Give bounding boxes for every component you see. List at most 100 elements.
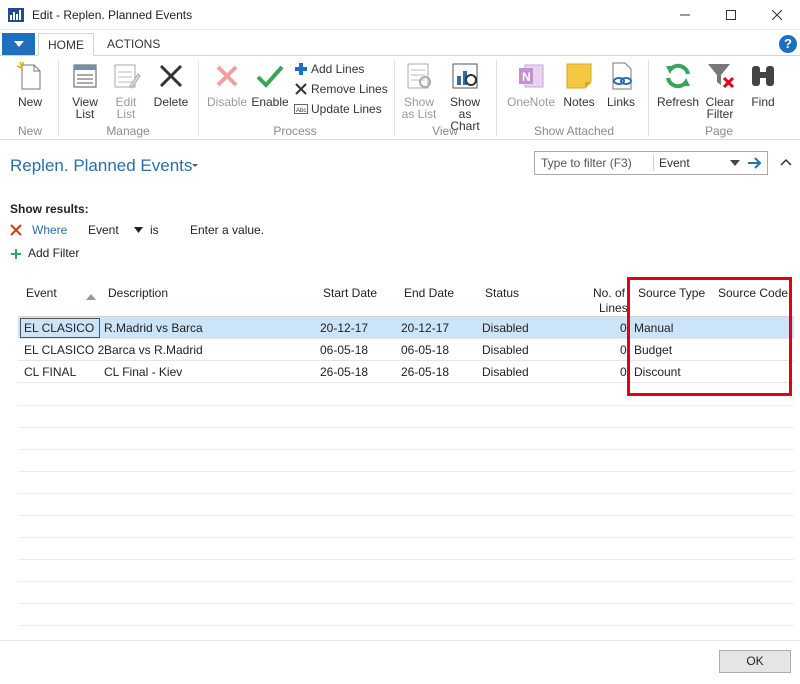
empty-row-line xyxy=(18,537,794,538)
empty-row-line xyxy=(18,581,794,582)
cell-end-date: 06-05-18 xyxy=(401,343,450,357)
cell-event: EL CLASICO 2 xyxy=(24,343,105,357)
clear-filter-icon xyxy=(708,64,735,89)
arrow-right-icon[interactable] xyxy=(747,156,763,170)
edit-list-label: Edit List xyxy=(115,95,137,121)
sort-ascending-icon xyxy=(86,294,96,300)
column-header-event[interactable]: Event xyxy=(26,286,57,300)
where-field-select[interactable]: Event xyxy=(88,223,119,237)
disable-x-icon xyxy=(216,65,238,87)
delete-button[interactable]: Delete xyxy=(150,60,192,108)
column-header-description[interactable]: Description xyxy=(108,286,168,300)
update-lines-button[interactable]: Abc Update Lines xyxy=(294,100,382,118)
svg-text:N: N xyxy=(522,70,531,84)
cell-end-date: 20-12-17 xyxy=(401,321,450,335)
new-document-icon xyxy=(16,61,41,90)
show-as-chart-button[interactable]: Show as Chart xyxy=(442,60,488,132)
enable-button[interactable]: Enable xyxy=(250,60,290,108)
view-list-icon xyxy=(73,64,97,88)
help-icon[interactable]: ? xyxy=(779,35,797,53)
ribbon-separator xyxy=(648,60,649,136)
cell-end-date: 26-05-18 xyxy=(401,365,450,379)
filter-input[interactable]: Type to filter (F3) xyxy=(541,156,632,170)
group-page: Page xyxy=(704,124,734,138)
remove-lines-button[interactable]: Remove Lines xyxy=(294,80,388,98)
notes-label: Notes xyxy=(563,95,595,109)
show-as-list-label: Show as List xyxy=(401,95,437,121)
plus-icon xyxy=(11,249,21,259)
remove-filter-icon[interactable] xyxy=(10,224,22,236)
add-lines-button[interactable]: Add Lines xyxy=(294,60,364,78)
empty-row-line xyxy=(18,625,794,626)
onenote-button[interactable]: N OneNote xyxy=(506,60,556,108)
maximize-button[interactable] xyxy=(708,0,754,30)
cell-lines: 0 xyxy=(620,321,627,335)
title-dropdown-icon[interactable] xyxy=(190,160,200,170)
column-header-end-date[interactable]: End Date xyxy=(404,286,454,300)
app-icon xyxy=(8,8,24,22)
filter-row: Where Event is Enter a value. xyxy=(10,222,310,240)
view-list-label: View List xyxy=(72,95,98,121)
refresh-label: Refresh xyxy=(656,95,700,109)
empty-row-line xyxy=(18,471,794,472)
view-list-button[interactable]: View List xyxy=(66,60,104,120)
clear-filter-label: Clear Filter xyxy=(705,95,735,121)
column-header-status[interactable]: Status xyxy=(485,286,519,300)
close-icon xyxy=(772,10,782,20)
empty-row-line xyxy=(18,405,794,406)
cell-start-date: 06-05-18 xyxy=(320,343,369,357)
cell-lines: 0 xyxy=(620,365,627,379)
find-button[interactable]: Find xyxy=(746,60,780,108)
edit-list-button[interactable]: Edit List xyxy=(108,60,144,120)
tab-actions[interactable]: ACTIONS xyxy=(98,33,169,56)
filter-field-select[interactable]: Event xyxy=(659,156,690,170)
minimize-button[interactable] xyxy=(662,0,708,30)
edit-list-icon xyxy=(114,64,141,89)
notes-button[interactable]: Notes xyxy=(562,60,596,108)
group-manage: Manage xyxy=(106,124,150,138)
column-header-no-of-lines[interactable]: No. of xyxy=(593,286,625,300)
new-label: New xyxy=(17,95,42,109)
new-button[interactable]: New xyxy=(12,60,48,108)
cell-event: EL CLASICO xyxy=(24,321,95,335)
remove-lines-label: Remove Lines xyxy=(311,82,388,96)
column-header-no-of-lines-2: Lines xyxy=(599,301,628,315)
onenote-icon: N xyxy=(519,64,544,88)
disable-button[interactable]: Disable xyxy=(206,60,248,108)
remove-x-icon xyxy=(295,83,307,95)
show-as-list-button[interactable]: Show as List xyxy=(400,60,438,120)
svg-text:Abc: Abc xyxy=(296,108,306,114)
cell-description: R.Madrid vs Barca xyxy=(104,321,203,335)
cell-description: CL Final - Kiev xyxy=(104,365,183,379)
links-label: Links xyxy=(606,95,635,109)
where-value-input[interactable]: Enter a value. xyxy=(190,223,264,237)
filter-divider xyxy=(653,155,654,171)
chart-icon xyxy=(452,63,478,89)
cell-status: Disabled xyxy=(482,365,529,379)
chevron-down-icon[interactable] xyxy=(730,160,740,166)
clear-filter-button[interactable]: Clear Filter xyxy=(702,60,738,120)
tab-home[interactable]: HOME xyxy=(38,33,94,56)
binoculars-icon xyxy=(752,66,774,86)
page-title: Replen. Planned Events xyxy=(10,156,193,175)
cell-lines: 0 xyxy=(620,343,627,357)
highlight-box xyxy=(627,277,792,396)
refresh-icon xyxy=(666,63,690,89)
refresh-button[interactable]: Refresh xyxy=(656,60,700,108)
ok-button[interactable]: OK xyxy=(719,650,791,673)
filter-box: Type to filter (F3) Event xyxy=(534,151,768,175)
chevron-up-icon[interactable] xyxy=(780,157,792,167)
add-filter-label: Add Filter xyxy=(28,246,80,260)
close-button[interactable] xyxy=(754,0,800,30)
cell-start-date: 20-12-17 xyxy=(320,321,369,335)
links-button[interactable]: Links xyxy=(604,60,638,108)
ribbon-separator xyxy=(58,60,59,136)
chevron-down-icon[interactable] xyxy=(134,227,143,233)
group-process: Process xyxy=(273,124,317,138)
enable-label: Enable xyxy=(251,95,289,109)
window-title: Edit - Replen. Planned Events xyxy=(32,8,193,22)
add-filter-button[interactable]: Add Filter xyxy=(10,246,110,262)
column-header-start-date[interactable]: Start Date xyxy=(323,286,377,300)
app-menu-button[interactable] xyxy=(2,33,35,55)
find-label: Find xyxy=(751,95,775,109)
